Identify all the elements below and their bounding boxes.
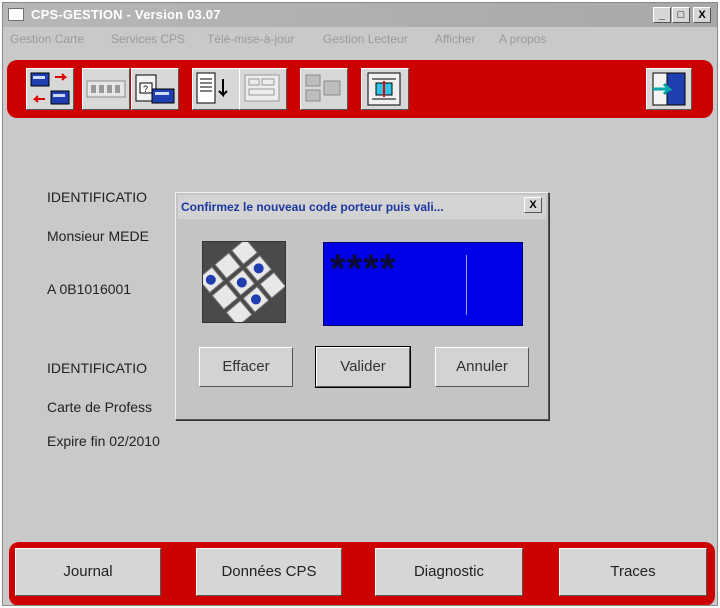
card-exchange-button[interactable] bbox=[26, 68, 74, 110]
dialog-title: Confirmez le nouveau code porteur puis v… bbox=[181, 200, 444, 214]
identification-heading-1: IDENTIFICATIO bbox=[47, 189, 148, 205]
maximize-button[interactable]: □ bbox=[672, 7, 690, 23]
close-button[interactable]: X bbox=[693, 7, 711, 23]
reader-transfer-button[interactable] bbox=[361, 68, 409, 110]
card-pin-button[interactable] bbox=[82, 68, 130, 110]
text-caret bbox=[466, 255, 467, 315]
identification-heading-2: IDENTIFICATIO bbox=[47, 360, 148, 376]
card-type: Carte de Profess bbox=[47, 399, 153, 415]
card-exchange-icon bbox=[30, 72, 70, 105]
cancel-button[interactable]: Annuler bbox=[435, 347, 529, 387]
donnees-cps-button[interactable]: Données CPS bbox=[196, 548, 342, 596]
dialog-close-button[interactable]: X bbox=[524, 197, 542, 213]
menu-services-cps[interactable]: Services CPS bbox=[111, 32, 185, 46]
diagnostic-button[interactable]: Diagnostic bbox=[375, 548, 523, 596]
card-lock-button[interactable]: ? bbox=[131, 68, 179, 110]
document-download-button[interactable] bbox=[192, 68, 240, 110]
clear-button[interactable]: Effacer bbox=[199, 347, 293, 387]
card-pin-icon bbox=[86, 80, 126, 98]
bottom-action-bar: Journal Données CPS Diagnostic Traces bbox=[9, 542, 715, 605]
dialog-title-bar: Confirmez le nouveau code porteur puis v… bbox=[178, 195, 546, 219]
document-download-icon bbox=[196, 72, 228, 104]
menu-afficher[interactable]: Afficher bbox=[435, 32, 475, 46]
toolbar: ? bbox=[7, 60, 713, 118]
menu-a-propos[interactable]: A propos bbox=[499, 32, 546, 46]
menu-tele-mise-a-jour[interactable]: Télé-mise-à-jour bbox=[207, 32, 294, 46]
menu-gestion-carte[interactable]: Gestion Carte bbox=[10, 32, 84, 46]
card-expiry: Expire fin 02/2010 bbox=[47, 433, 160, 449]
keypad-icon bbox=[202, 241, 286, 323]
title-bar: CPS-GESTION - Version 03.07 _ □ X bbox=[3, 3, 717, 27]
pin-mask: **** bbox=[330, 247, 397, 291]
exit-button[interactable] bbox=[646, 68, 692, 110]
card-lock-icon: ? bbox=[135, 74, 175, 104]
pin-confirm-dialog: Confirmez le nouveau code porteur puis v… bbox=[175, 192, 549, 420]
minimize-button[interactable]: _ bbox=[653, 7, 671, 23]
card-list-icon bbox=[244, 74, 280, 102]
journal-button[interactable]: Journal bbox=[15, 548, 161, 596]
app-icon bbox=[8, 8, 24, 21]
cps-gestion-window: CPS-GESTION - Version 03.07 _ □ X Gestio… bbox=[2, 2, 718, 606]
menu-bar: Gestion Carte Services CPS Télé-mise-à-j… bbox=[3, 28, 717, 50]
menu-gestion-lecteur[interactable]: Gestion Lecteur bbox=[323, 32, 408, 46]
settings-disabled-button[interactable] bbox=[300, 68, 348, 110]
svg-text:?: ? bbox=[143, 84, 148, 94]
window-title: CPS-GESTION - Version 03.07 bbox=[31, 7, 221, 22]
traces-button[interactable]: Traces bbox=[559, 548, 707, 596]
exit-door-icon bbox=[652, 72, 686, 106]
reader-transfer-icon bbox=[367, 72, 401, 106]
card-list-button[interactable] bbox=[239, 68, 287, 110]
pin-input-field[interactable]: **** bbox=[323, 242, 523, 326]
holder-name: Monsieur MEDE bbox=[47, 228, 149, 244]
holder-id: A 0B1016001 bbox=[47, 281, 132, 297]
validate-button[interactable]: Valider bbox=[315, 346, 411, 388]
settings-disabled-icon bbox=[305, 74, 341, 102]
